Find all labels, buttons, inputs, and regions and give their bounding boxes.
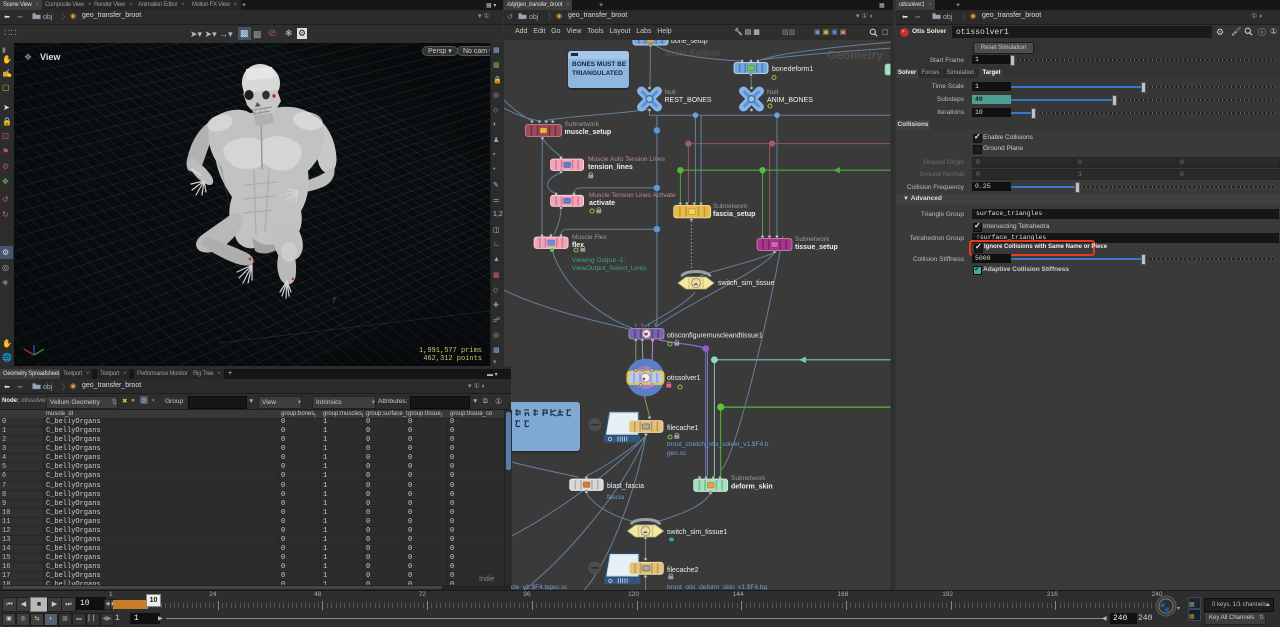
svg-text:flex: flex xyxy=(572,242,584,249)
svg-text:Null: Null xyxy=(665,89,677,96)
svg-text:bone_setup: bone_setup xyxy=(671,40,708,45)
svg-text:❤: ❤ xyxy=(644,333,649,339)
svg-text:7: 7 xyxy=(332,298,336,305)
svg-text:filecache1: filecache1 xyxy=(667,425,699,432)
svg-text:Muscle Auto Tension Lines: Muscle Auto Tension Lines xyxy=(588,156,666,163)
svg-text:♥: ♥ xyxy=(642,377,646,383)
svg-text:broot_stretch_otis_solver_v1.$: broot_stretch_otis_solver_v1.$F4.b xyxy=(667,441,769,448)
svg-text:tissue_setup: tissue_setup xyxy=(795,244,838,251)
svg-text:activate: activate xyxy=(589,200,615,207)
svg-text:Viewing Output -1:: Viewing Output -1: xyxy=(572,257,626,264)
svg-text:switch_sim_tissue: switch_sim_tissue xyxy=(718,280,775,287)
svg-text:otisconfiguremuscleandtissue1: otisconfiguremuscleandtissue1 xyxy=(667,333,763,340)
svg-text:Subnetwork: Subnetwork xyxy=(731,475,766,482)
svg-text:muscle_setup: muscle_setup xyxy=(565,129,612,136)
svg-text:geo.sc: geo.sc xyxy=(667,450,687,457)
svg-text:ANIM_BONES: ANIM_BONES xyxy=(767,97,813,104)
svg-text:tension_lines: tension_lines xyxy=(588,164,633,171)
svg-text:Null: Null xyxy=(767,89,779,96)
svg-text:switch_sim_tissue1: switch_sim_tissue1 xyxy=(667,529,727,536)
svg-text:▾: ▾ xyxy=(1177,606,1180,612)
svg-text:filecache2: filecache2 xyxy=(667,567,699,574)
svg-text:deform_skin: deform_skin xyxy=(731,484,773,491)
svg-text:Muscle Flex: Muscle Flex xyxy=(572,234,607,241)
svg-text:Subnetwork: Subnetwork xyxy=(795,236,830,243)
svg-text:ViewOutput_Select_Lines: ViewOutput_Select_Lines xyxy=(572,265,647,272)
svg-text:🐾: 🐾 xyxy=(1159,602,1170,612)
svg-text:otissolver1: otissolver1 xyxy=(667,375,701,382)
svg-text:blast_fascia: blast_fascia xyxy=(607,483,644,490)
svg-text:☁: ☁ xyxy=(693,281,698,287)
svg-text:fascia_setup: fascia_setup xyxy=(713,211,755,218)
svg-text:Geometry: Geometry xyxy=(827,48,883,62)
svg-text:REST_BONES: REST_BONES xyxy=(665,97,712,104)
svg-text:Subnetwork: Subnetwork xyxy=(565,121,600,128)
svg-text:Subnetwork: Subnetwork xyxy=(713,203,748,210)
svg-text:☁: ☁ xyxy=(643,529,648,535)
svg-text:bonedeform1: bonedeform1 xyxy=(772,66,813,73)
svg-text:Muscle Tension Lines Activate: Muscle Tension Lines Activate xyxy=(589,192,676,199)
svg-text:fascia: fascia xyxy=(607,494,624,501)
